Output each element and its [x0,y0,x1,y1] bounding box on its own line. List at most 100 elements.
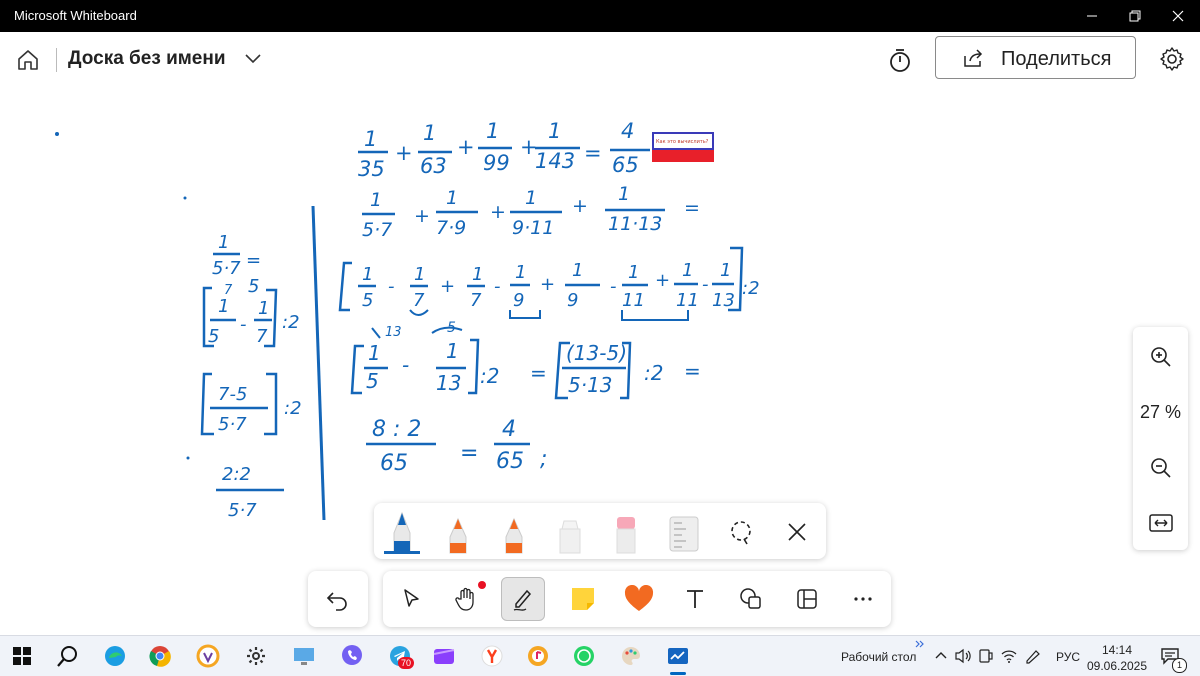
pen-orange-2[interactable] [492,507,536,555]
ink-numerator: 1 [548,119,561,143]
ink-numerator: 1 [364,127,377,151]
close-icon [788,523,806,541]
ink-denominator: 5·7 [362,219,392,241]
taskbar-remote-desktop[interactable] [290,642,318,670]
timer-button[interactable] [886,46,914,74]
ink-denominator: 9 [513,290,524,311]
app-bar: Доска без имени Поделиться [0,32,1200,88]
board-title[interactable]: Доска без имени [68,48,226,70]
taskbar-paint[interactable] [617,642,645,670]
ink-operator: = [684,359,701,383]
pen-tray-button[interactable] [1024,648,1042,669]
fit-width-icon [1149,514,1173,532]
volume-button[interactable] [954,648,972,669]
lasso-select-button[interactable] [726,517,756,547]
taskbar-telegram[interactable]: 70 [386,642,415,670]
ink-denominator: 65 [496,449,524,474]
home-button[interactable] [14,46,42,74]
ink-numerator: 1 [682,260,693,281]
zoom-in-button[interactable] [1147,343,1175,371]
eraser[interactable] [604,507,648,555]
timer-icon [890,49,910,72]
ink-operator: + [572,195,588,217]
whiteboard-icon [668,648,688,664]
title-bar: Microsoft Whiteboard [0,0,1200,32]
desktop-label[interactable]: Рабочий стол [841,650,916,664]
ink-numerator: 1 [446,187,458,209]
pen-orange[interactable] [436,507,480,555]
undo-button[interactable] [308,571,368,627]
tray-expand-button[interactable] [934,648,948,667]
ink-denominator: 9·11 [512,217,554,239]
close-icon [1172,10,1184,22]
ink-tool[interactable] [501,577,545,621]
share-icon [964,49,983,67]
pen-menu-icon [1026,650,1040,664]
share-button[interactable]: Поделиться [935,36,1136,79]
taskbar-chrome[interactable] [146,642,174,670]
fit-to-screen-button[interactable] [1147,511,1175,535]
taskbar-settings[interactable] [242,642,270,670]
close-window-button[interactable] [1156,0,1200,32]
clipchamp-icon [433,649,455,664]
taskbar-music[interactable] [524,642,552,670]
ink-denominator: 7 [256,326,268,347]
zoom-out-button[interactable] [1147,454,1175,482]
ink-numerator: 1 [515,262,526,283]
ruler[interactable] [664,513,704,553]
ink-operator: + [457,135,475,159]
device-button[interactable] [978,648,994,669]
text-tool[interactable] [673,577,717,621]
notifications-button[interactable]: 1 [1160,646,1187,673]
ink-numerator: 1 [446,339,459,363]
pan-tool[interactable] [445,577,489,621]
input-language[interactable]: РУС [1056,650,1080,664]
clock-time: 14:14 [1101,643,1133,657]
clock[interactable]: 14:14 09.06.2025 [1082,642,1152,674]
ink-denominator: 5·7 [212,258,241,279]
ink-numerator: 1 [628,262,639,283]
settings-button[interactable] [1157,44,1187,74]
close-pen-toolbar-button[interactable] [784,519,810,545]
zoom-level[interactable]: 27 % [1133,402,1188,423]
note-text: Как это вычислить? [656,139,709,145]
taskbar-whatsapp[interactable] [570,642,598,670]
sticky-note-tool[interactable] [561,577,605,621]
templates-tool[interactable] [785,577,829,621]
yandex-icon [481,645,503,667]
taskbar-whiteboard[interactable] [664,642,692,675]
ink-numerator: 1 [258,298,269,319]
shapes-tool[interactable] [729,577,773,621]
ink-denominator: 9 [567,290,578,311]
taskbar-search-button[interactable] [54,642,82,670]
minimize-button[interactable] [1070,0,1114,32]
taskbar-yandex[interactable] [478,642,506,670]
ink-denominator: 13 [436,371,461,395]
ink-line-2: 1 5·7 + 1 7·9 + 1 9·11 + 1 11·13 = [362,183,700,241]
restore-button[interactable] [1113,0,1157,32]
taskbar-vpn[interactable] [194,642,222,670]
sticky-note-icon [572,588,594,610]
ink-numerator: 7-5 [218,384,247,405]
select-tool[interactable] [389,577,433,621]
note-thumbnail[interactable]: Как это вычислить? [652,132,714,162]
wifi-button[interactable] [1000,648,1018,669]
taskbar-viber[interactable] [338,642,366,670]
taskbar: 70 Рабочий стол РУС 14:14 09.06.2025 1 [0,635,1200,676]
taskbar-edge[interactable] [101,642,129,670]
ink-numerator: 4 [502,417,516,442]
divider [56,48,57,72]
board-title-dropdown[interactable] [244,52,262,70]
ink-denominator: 11 [622,290,645,311]
more-tools-button[interactable] [841,577,885,621]
ink-denominator: 5·7 [228,500,257,521]
pen-blue[interactable] [380,507,424,555]
taskbar-clipchamp[interactable] [430,642,458,670]
highlighter[interactable] [548,507,592,555]
show-more-button[interactable] [914,636,926,654]
speaker-icon [955,648,971,664]
start-button[interactable] [8,642,36,670]
reactions-tool[interactable] [617,577,661,621]
ink-operator: :2 [742,278,760,299]
ink-numerator: (13-5) [566,341,627,365]
